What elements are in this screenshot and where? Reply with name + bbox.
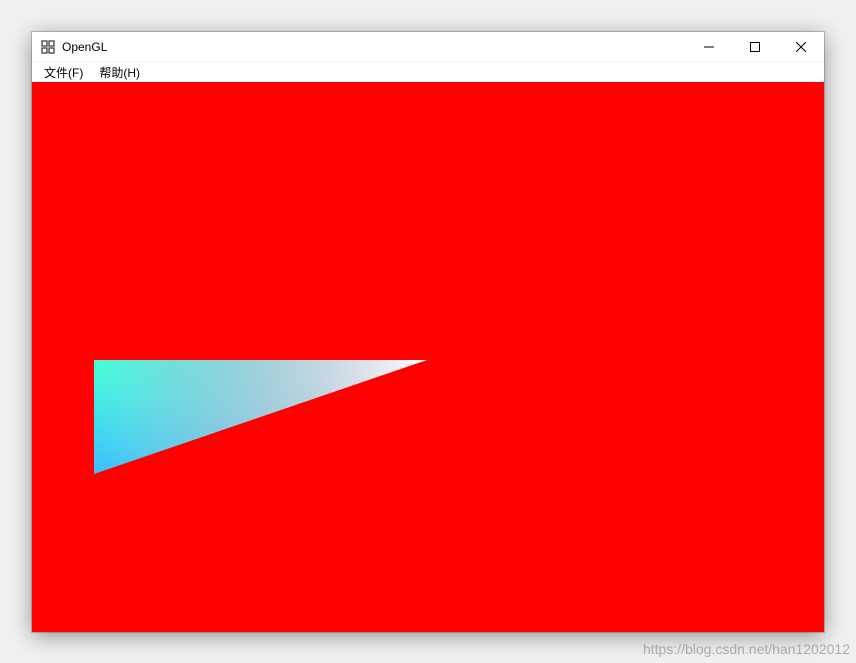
app-icon <box>40 39 56 55</box>
window-title: OpenGL <box>62 40 686 54</box>
close-button[interactable] <box>778 32 824 62</box>
close-icon <box>796 42 806 52</box>
opengl-viewport <box>32 82 824 632</box>
maximize-icon <box>750 42 760 52</box>
maximize-button[interactable] <box>732 32 778 62</box>
menu-file[interactable]: 文件(F) <box>36 62 91 83</box>
application-window: OpenGL 文件(F) 帮助(H) <box>32 32 824 632</box>
window-controls <box>686 32 824 61</box>
menu-help[interactable]: 帮助(H) <box>91 62 148 83</box>
titlebar[interactable]: OpenGL <box>32 32 824 62</box>
gl-triangle <box>32 82 824 632</box>
minimize-button[interactable] <box>686 32 732 62</box>
watermark-text: https://blog.csdn.net/han1202012 <box>643 641 850 657</box>
menubar: 文件(F) 帮助(H) <box>32 62 824 82</box>
minimize-icon <box>704 42 714 52</box>
